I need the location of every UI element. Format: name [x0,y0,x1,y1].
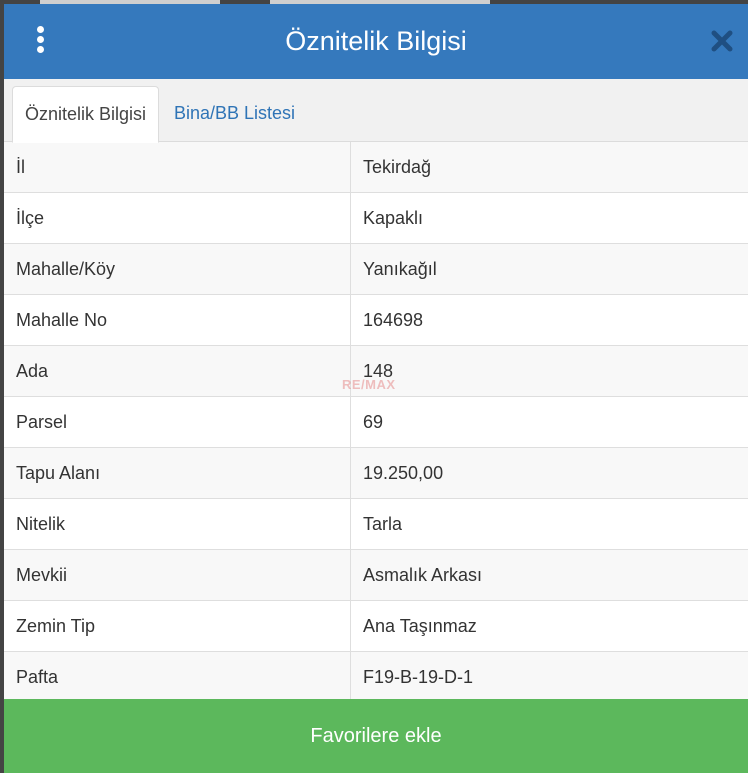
attribute-value: Kapaklı [350,192,748,244]
close-icon [711,30,733,52]
attribute-value: F19-B-19-D-1 [350,651,748,703]
attribute-key: Mahalle No [4,294,351,346]
table-row: İlçe Kapaklı [4,192,748,244]
attribute-key: Parsel [4,396,351,448]
table-row: Mahalle No 164698 [4,294,748,346]
table-row: Nitelik Tarla [4,498,748,550]
table-row: Zemin Tip Ana Taşınmaz [4,600,748,652]
table-row: Parsel 69 [4,396,748,448]
table-row: İl Tekirdağ [4,142,748,193]
attribute-value: 148 [350,345,748,397]
attribute-value: 69 [350,396,748,448]
attribute-table: İl Tekirdağ İlçe Kapaklı Mahalle/Köy Yan… [4,142,748,703]
attribute-key: Ada [4,345,351,397]
attribute-key: İlçe [4,192,351,244]
add-to-favorites-button[interactable]: Favorilere ekle [4,699,748,773]
attribute-value: Yanıkağıl [350,243,748,295]
tab-building-list[interactable]: Bina/BB Listesi [162,86,307,141]
attribute-key: Mevkii [4,549,351,601]
attribute-info-dialog: Öznitelik Bilgisi Öznitelik Bilgisi Bina… [4,4,748,773]
tab-bar: Öznitelik Bilgisi Bina/BB Listesi [4,79,748,143]
table-row: Pafta F19-B-19-D-1 [4,651,748,703]
dialog-header: Öznitelik Bilgisi [4,4,748,79]
table-row: Mahalle/Köy Yanıkağıl [4,243,748,295]
attribute-value: 19.250,00 [350,447,748,499]
attribute-key: Mahalle/Köy [4,243,351,295]
attribute-value: Ana Taşınmaz [350,600,748,652]
table-row: Tapu Alanı 19.250,00 [4,447,748,499]
attribute-key: Zemin Tip [4,600,351,652]
attribute-key: Nitelik [4,498,351,550]
attribute-key: Pafta [4,651,351,703]
attribute-key: İl [4,142,351,193]
attribute-value: Tekirdağ [350,142,748,193]
dialog-title: Öznitelik Bilgisi [285,26,467,56]
attribute-value: Asmalık Arkası [350,549,748,601]
attribute-value: Tarla [350,498,748,550]
close-button[interactable] [708,27,736,55]
tab-attribute-info[interactable]: Öznitelik Bilgisi [12,86,160,143]
attribute-value: 164698 [350,294,748,346]
table-row: Ada 148 [4,345,748,397]
attribute-key: Tapu Alanı [4,447,351,499]
table-row: Mevkii Asmalık Arkası [4,549,748,601]
